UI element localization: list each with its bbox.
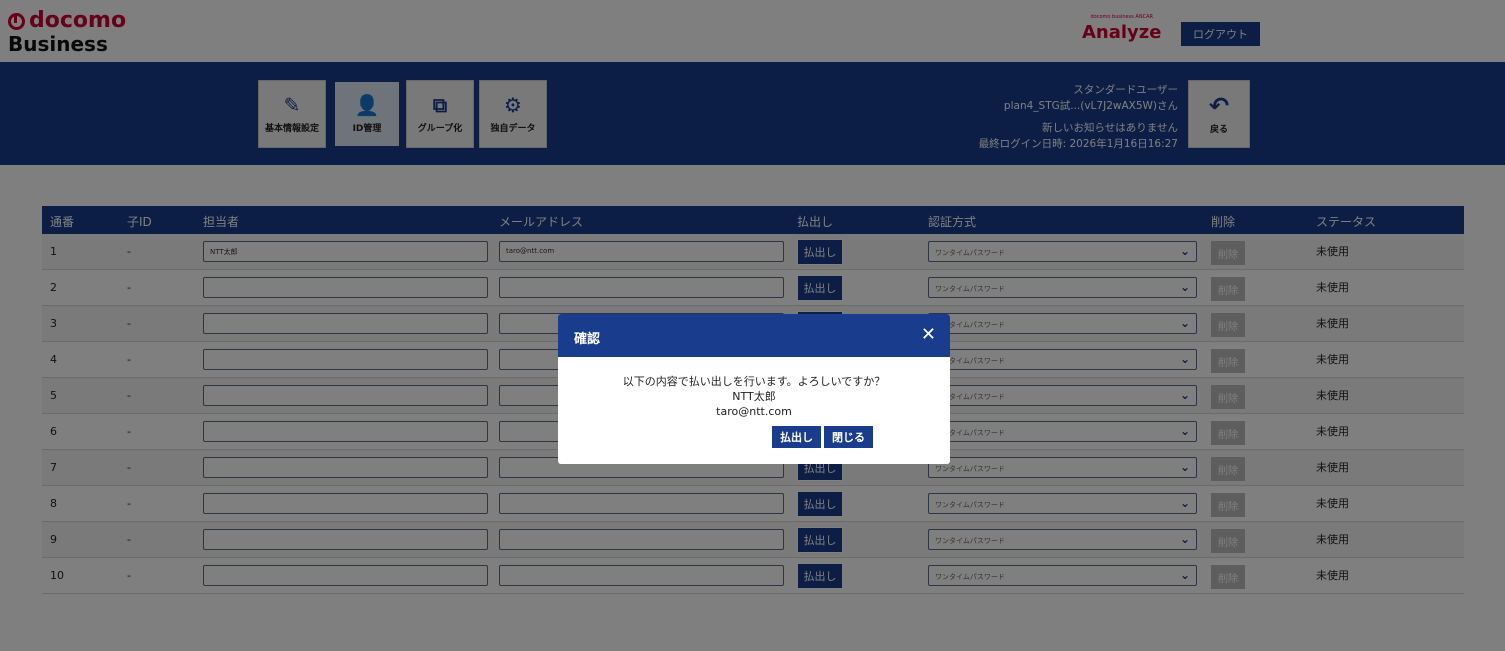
- dialog-payout-button[interactable]: 払出し: [772, 426, 821, 448]
- confirm-dialog: 確認 ✕ 以下の内容で払い出しを行います。よろしいですか？ NTT太郎 taro…: [558, 314, 950, 464]
- dialog-title: 確認: [574, 332, 601, 347]
- dialog-actions: 払出し 閉じる: [772, 426, 873, 448]
- dialog-close-button[interactable]: 閉じる: [824, 426, 873, 448]
- dialog-body: 以下の内容で払い出しを行います。よろしいですか？ NTT太郎 taro@ntt.…: [558, 357, 950, 419]
- dialog-name: NTT太郎: [732, 390, 776, 403]
- dialog-email: taro@ntt.com: [716, 405, 792, 418]
- dialog-message: 以下の内容で払い出しを行います。よろしいですか？: [622, 375, 886, 388]
- close-icon[interactable]: ✕: [921, 324, 936, 345]
- dialog-header: 確認 ✕: [558, 314, 950, 357]
